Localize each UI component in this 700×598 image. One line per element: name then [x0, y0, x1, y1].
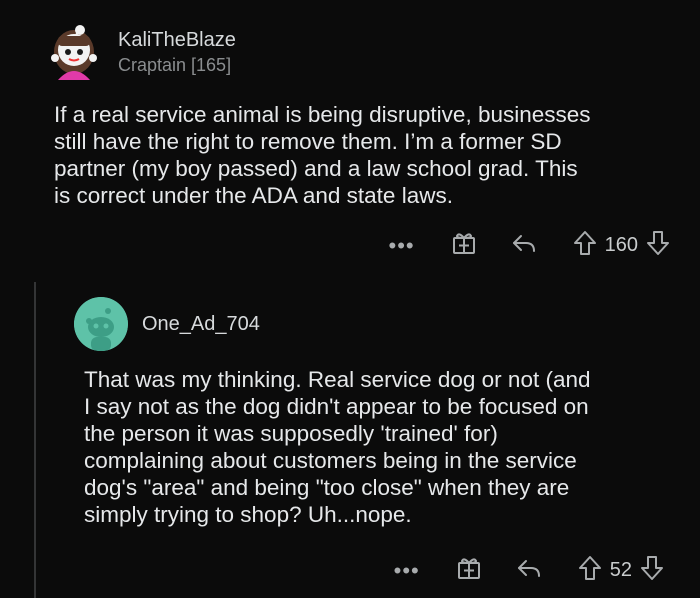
user-flair: Craptain [165]: [118, 55, 232, 75]
downvote-icon[interactable]: [640, 555, 664, 586]
comment-actions: ••• 160: [389, 230, 670, 261]
author-info: KaliTheBlaze Craptain [165]: [118, 28, 236, 76]
more-options-button[interactable]: •••: [389, 234, 415, 256]
user-avatar-icon[interactable]: [44, 22, 104, 82]
user-avatar-icon[interactable]: [74, 297, 128, 351]
comment: KaliTheBlaze Craptain [165] If a real se…: [0, 0, 700, 272]
comment-body: That was my thinking. Real service dog o…: [84, 367, 591, 527]
author-info: One_Ad_704: [142, 312, 260, 336]
gift-icon[interactable]: [456, 555, 482, 586]
comment-header: One_Ad_704: [74, 297, 260, 351]
downvote-icon[interactable]: [646, 230, 670, 261]
username[interactable]: One_Ad_704: [142, 312, 260, 336]
upvote-icon[interactable]: [573, 230, 597, 261]
more-options-button[interactable]: •••: [394, 559, 420, 581]
reply-icon[interactable]: [516, 556, 542, 585]
username[interactable]: KaliTheBlaze: [118, 28, 236, 52]
upvote-icon[interactable]: [578, 555, 602, 586]
comment-header: KaliTheBlaze Craptain [165]: [44, 22, 236, 82]
comment-reply: One_Ad_704 That was my thinking. Real se…: [0, 275, 700, 598]
reply-icon[interactable]: [511, 231, 537, 260]
gift-icon[interactable]: [451, 230, 477, 261]
comment-actions: ••• 52: [394, 555, 664, 586]
vote-score: 52: [609, 559, 632, 581]
vote-score: 160: [604, 234, 638, 256]
comment-body: If a real service animal is being disrup…: [54, 102, 591, 208]
